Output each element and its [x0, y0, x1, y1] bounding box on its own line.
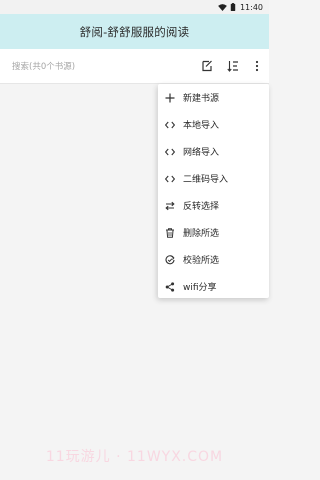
menu-item-label: 本地导入: [183, 121, 220, 131]
menu-item-network-import[interactable]: 网络导入: [158, 138, 269, 165]
sort-icon: [227, 61, 238, 72]
menu-item-label: 校验所选: [183, 256, 220, 266]
status-time: 11:40: [239, 2, 263, 12]
menu-item-qrcode-import[interactable]: 二维码导入: [158, 165, 269, 192]
share-icon: [165, 281, 175, 292]
overflow-menu: 新建书源 本地导入 网络导入 二维码导入 反转选择 删除所选 校验所选 wifi…: [158, 84, 269, 298]
toolbar: [0, 49, 269, 84]
menu-item-new-source[interactable]: 新建书源: [158, 84, 269, 111]
sort-button[interactable]: [226, 59, 240, 73]
menu-item-label: 二维码导入: [183, 175, 229, 185]
menu-item-label: 新建书源: [183, 94, 220, 104]
menu-item-label: wifi分享: [183, 283, 217, 293]
plus-icon: [165, 93, 175, 102]
more-vert-icon: [255, 60, 259, 72]
more-options-button[interactable]: [250, 59, 264, 73]
trash-icon: [166, 227, 174, 238]
menu-item-wifi-share[interactable]: wifi分享: [158, 273, 269, 300]
menu-item-local-import[interactable]: 本地导入: [158, 111, 269, 138]
swap-icon: [165, 201, 175, 210]
menu-item-label: 反转选择: [183, 202, 220, 212]
verify-icon: [165, 254, 175, 264]
edit-select-icon: [202, 60, 212, 72]
menu-item-verify-selected[interactable]: 校验所选: [158, 246, 269, 273]
status-bar: 11:40: [0, 0, 269, 14]
battery-icon: [230, 3, 236, 11]
edit-select-button[interactable]: [200, 59, 214, 73]
status-icons: [218, 3, 236, 11]
app-bar: 舒阅-舒舒服服的阅读: [0, 14, 269, 49]
menu-item-invert-selection[interactable]: 反转选择: [158, 192, 269, 219]
wifi-icon: [218, 3, 227, 11]
menu-item-label: 删除所选: [183, 229, 220, 239]
app-title: 舒阅-舒舒服服的阅读: [79, 24, 190, 39]
search-input[interactable]: [12, 58, 182, 76]
code-icon: [165, 121, 175, 128]
watermark: 11玩游儿 · 11WYX.COM: [45, 449, 224, 465]
code-icon: [165, 148, 175, 155]
menu-item-label: 网络导入: [183, 148, 220, 158]
code-icon: [165, 175, 175, 182]
menu-item-delete-selected[interactable]: 删除所选: [158, 219, 269, 246]
